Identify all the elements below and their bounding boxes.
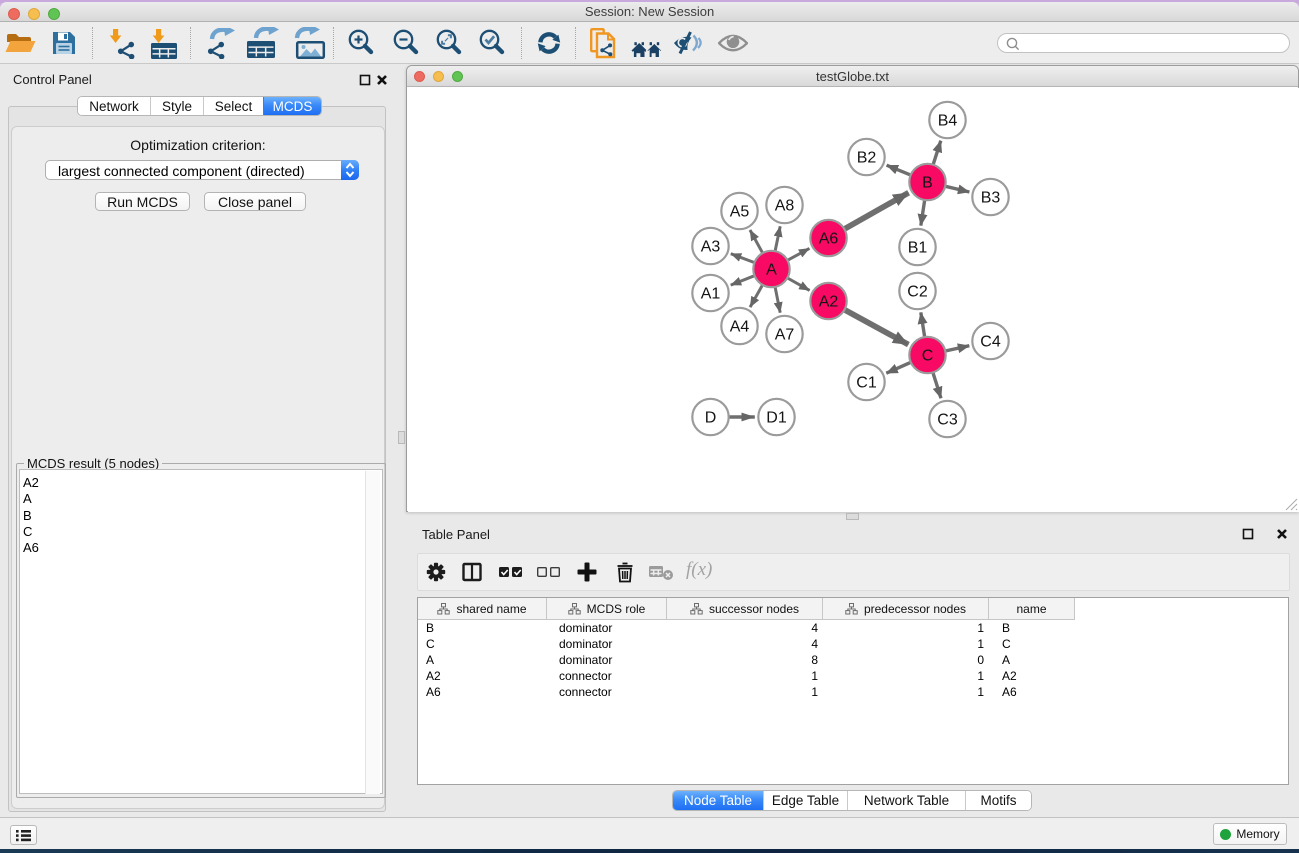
svg-text:C4: C4 xyxy=(980,334,1001,351)
svg-text:A8: A8 xyxy=(775,198,795,215)
svg-text:A2: A2 xyxy=(819,294,839,311)
svg-text:A5: A5 xyxy=(730,204,750,221)
svg-text:B4: B4 xyxy=(938,113,958,130)
svg-text:B3: B3 xyxy=(981,190,1001,207)
svg-text:B: B xyxy=(922,175,933,192)
svg-text:D: D xyxy=(705,410,717,427)
svg-text:B1: B1 xyxy=(908,240,928,257)
svg-text:A7: A7 xyxy=(775,327,795,344)
svg-text:A: A xyxy=(766,262,777,279)
svg-text:A4: A4 xyxy=(730,319,750,336)
svg-text:C2: C2 xyxy=(907,284,928,301)
svg-text:D1: D1 xyxy=(766,410,787,427)
svg-text:B2: B2 xyxy=(857,150,877,167)
svg-text:A3: A3 xyxy=(701,239,721,256)
svg-text:A1: A1 xyxy=(701,286,721,303)
svg-text:C1: C1 xyxy=(856,375,877,392)
svg-text:A6: A6 xyxy=(819,231,839,248)
svg-text:C3: C3 xyxy=(937,412,958,429)
svg-text:C: C xyxy=(922,348,934,365)
